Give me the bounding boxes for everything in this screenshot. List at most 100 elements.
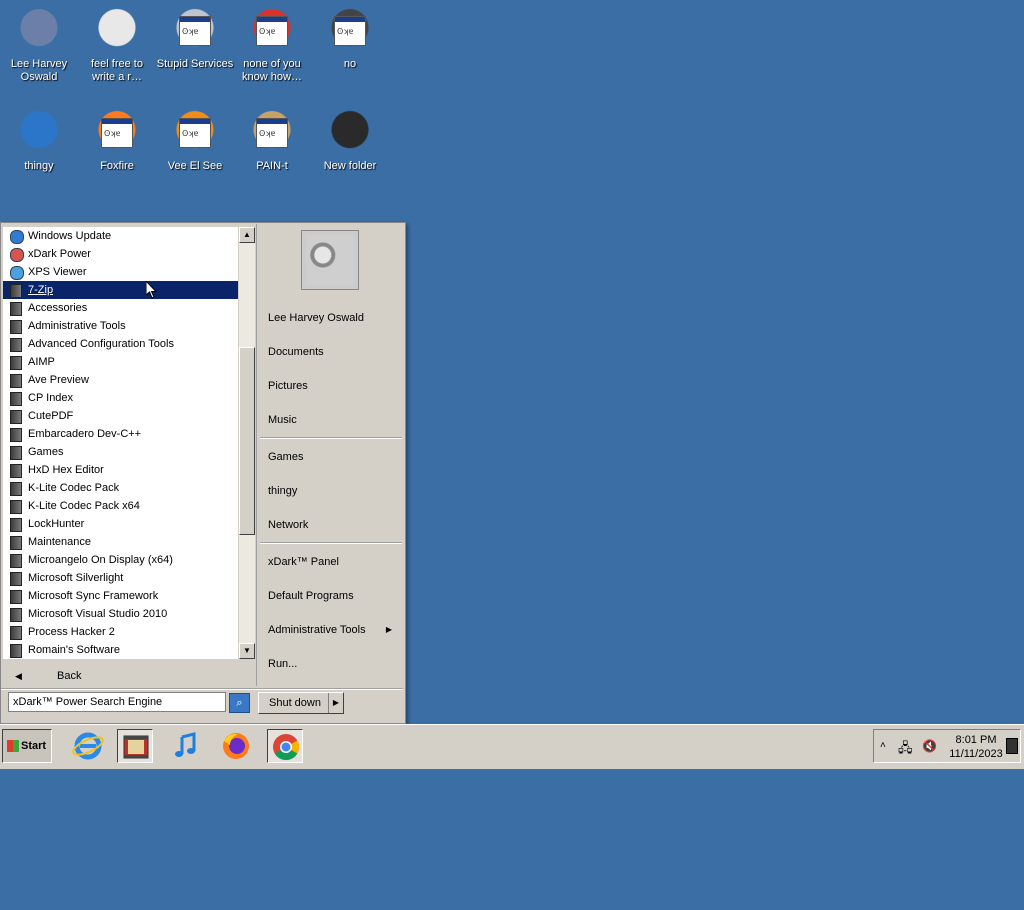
firefox-app-icon <box>93 108 141 156</box>
program-folder-icon <box>10 284 22 298</box>
program-item-label: Ave Preview <box>28 374 89 386</box>
desktop-icon[interactable]: Vee El See <box>156 108 234 173</box>
program-item[interactable]: K-Lite Codec Pack <box>3 479 238 497</box>
place-item-label: Administrative Tools <box>268 624 366 636</box>
red-app-icon <box>248 6 296 54</box>
desktop-icon-label: no <box>343 58 357 70</box>
start-menu-place-item[interactable]: Run... <box>268 655 398 673</box>
network-icon[interactable]: 🖧 <box>898 739 913 761</box>
program-item[interactable]: Process Hacker 2 <box>3 623 238 641</box>
program-folder-icon <box>10 392 22 406</box>
program-item[interactable]: XPS Viewer <box>3 263 238 281</box>
search-button[interactable]: ⌕ <box>229 693 250 713</box>
volume-muted-icon[interactable]: 🔇 <box>922 739 937 753</box>
program-item[interactable]: Windows Update <box>3 227 238 245</box>
desktop-icon-label: none of you know how… <box>242 58 302 83</box>
show-hidden-icons-chevron-icon[interactable]: ˄ <box>880 740 886 751</box>
program-item[interactable]: CutePDF <box>3 407 238 425</box>
desktop-icon[interactable]: Foxfire <box>78 108 156 173</box>
show-desktop-icon[interactable] <box>1006 738 1018 754</box>
program-item[interactable]: Advanced Configuration Tools <box>3 335 238 353</box>
program-item[interactable]: AIMP <box>3 353 238 371</box>
taskbar-music-player[interactable] <box>168 729 204 763</box>
back-button[interactable]: ◀ Back <box>3 664 253 688</box>
program-item[interactable]: K-Lite Codec Pack x64 <box>3 497 238 515</box>
program-item[interactable]: Maintenance <box>3 533 238 551</box>
internet-explorer-icon <box>72 732 104 760</box>
scroll-up-button[interactable]: ▲ <box>239 227 255 243</box>
taskbar-film-app[interactable] <box>117 729 153 763</box>
program-folder-icon <box>10 320 22 334</box>
start-menu-place-item[interactable]: thingy <box>268 482 398 500</box>
start-menu-place-item[interactable]: Games <box>268 448 398 466</box>
desktop-icon[interactable]: Stupid Services <box>156 6 234 71</box>
music-note-icon <box>175 732 196 757</box>
program-folder-icon <box>10 608 22 622</box>
program-item-label: CP Index <box>28 392 74 404</box>
start-menu-place-item[interactable]: Music <box>268 411 398 429</box>
program-item[interactable]: HxD Hex Editor <box>3 461 238 479</box>
system-tray: ˄ 🖧 🔇 8:01 PM 11/11/2023 <box>873 729 1021 763</box>
search-input[interactable]: xDark™ Power Search Engine <box>8 692 226 712</box>
program-item[interactable]: Microangelo On Display (x64) <box>3 551 238 569</box>
place-item-label: Pictures <box>268 380 308 392</box>
user-avatar[interactable] <box>301 230 359 290</box>
clock-time[interactable]: 8:01 PM <box>946 734 1006 746</box>
start-menu-place-item[interactable]: Lee Harvey Oswald <box>268 309 398 327</box>
desktop-icon-label: Lee Harvey Oswald <box>10 58 68 83</box>
program-item-label: Romain's Software <box>28 644 120 656</box>
mouse-cursor-icon <box>146 281 158 299</box>
shutdown-button[interactable]: Shut down ▶ <box>258 692 344 714</box>
program-item[interactable]: Accessories <box>3 299 238 317</box>
start-button[interactable]: Start <box>2 729 52 763</box>
program-item[interactable]: CP Index <box>3 389 238 407</box>
desktop-icon[interactable]: no <box>311 6 389 71</box>
taskbar-chrome[interactable] <box>267 729 303 763</box>
start-menu-place-item[interactable]: Documents <box>268 343 398 361</box>
program-folder-icon <box>10 626 22 640</box>
program-item-label: HxD Hex Editor <box>28 464 104 476</box>
start-menu-place-item[interactable]: xDark™ Panel <box>268 553 398 571</box>
program-item[interactable]: Microsoft Silverlight <box>3 569 238 587</box>
submenu-arrow-icon: ▶ <box>385 625 392 634</box>
program-item[interactable]: Games <box>3 443 238 461</box>
scroll-thumb[interactable] <box>239 347 255 535</box>
program-item[interactable]: LockHunter <box>3 515 238 533</box>
program-item[interactable]: Romain's Software <box>3 641 238 659</box>
program-item[interactable]: 7-Zip <box>3 281 238 299</box>
scroll-down-button[interactable]: ▼ <box>239 643 255 659</box>
taskbar-firefox[interactable] <box>218 729 254 763</box>
program-item[interactable]: xDark Power <box>3 245 238 263</box>
program-item-label: Process Hacker 2 <box>28 626 115 638</box>
desktop-icon[interactable]: thingy <box>0 108 78 173</box>
program-item[interactable]: Microsoft Sync Framework <box>3 587 238 605</box>
desktop-icon[interactable]: feel free to write a r… <box>78 6 156 84</box>
programs-scrollbar[interactable]: ▲ ▼ <box>239 227 255 659</box>
start-menu-place-item[interactable]: Network <box>268 516 398 534</box>
paint-palette-icon <box>248 108 296 156</box>
program-item[interactable]: Embarcadero Dev-C++ <box>3 425 238 443</box>
desktop-icon[interactable]: PAIN-t <box>233 108 311 173</box>
program-item-label: Maintenance <box>28 536 91 548</box>
film-app-icon <box>123 735 149 759</box>
program-item-label: xDark Power <box>28 248 91 260</box>
desktop-icon[interactable]: Lee Harvey Oswald <box>0 6 78 84</box>
shutdown-options-arrow-icon[interactable]: ▶ <box>328 693 343 713</box>
program-folder-icon <box>10 590 22 604</box>
menu-divider <box>1 688 403 690</box>
program-item-label: CutePDF <box>28 410 74 422</box>
program-item[interactable]: Microsoft Visual Studio 2010 <box>3 605 238 623</box>
program-item-label: Administrative Tools <box>28 320 126 332</box>
program-item[interactable]: Administrative Tools <box>3 317 238 335</box>
program-item[interactable]: Ave Preview <box>3 371 238 389</box>
start-menu-place-item[interactable]: Default Programs <box>268 587 398 605</box>
taskbar: Start ˄ 🖧 🔇 8:01 PM 11/11/2023 <box>0 724 1024 769</box>
program-item-label: Microangelo On Display (x64) <box>28 554 173 566</box>
desktop-icon[interactable]: none of you know how… <box>233 6 311 84</box>
program-folder-icon <box>10 356 22 370</box>
desktop-icon[interactable]: New folder <box>311 108 389 173</box>
taskbar-internet-explorer[interactable] <box>70 729 106 763</box>
clock-date[interactable]: 11/11/2023 <box>946 748 1006 760</box>
start-menu-place-item[interactable]: Administrative Tools ▶ <box>268 621 398 639</box>
start-menu-place-item[interactable]: Pictures <box>268 377 398 395</box>
